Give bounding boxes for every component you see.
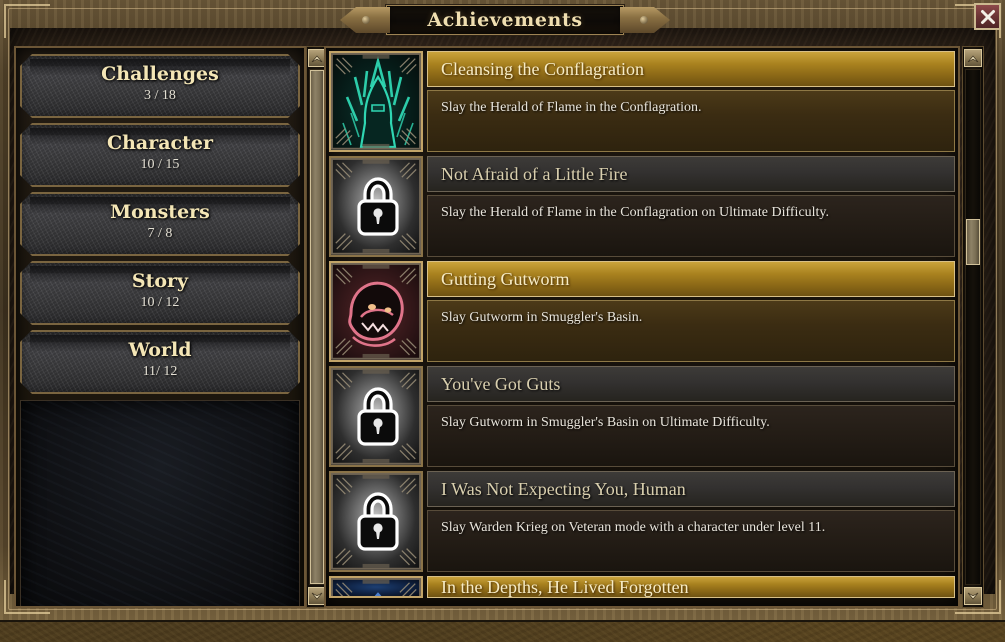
achievement-description: Slay the Herald of Flame in the Conflagr…: [427, 90, 955, 152]
achievement-icon: [329, 156, 423, 257]
sidebar-item-monsters[interactable]: Monsters 7 / 8: [20, 192, 300, 256]
category-name: Challenges: [101, 63, 219, 85]
chevron-down-icon: [967, 592, 979, 600]
achievement-title: In the Depths, He Lived Forgotten: [427, 576, 955, 598]
achievement-scroll-up-button[interactable]: [964, 49, 982, 67]
achievement-scroll-thumb[interactable]: [966, 219, 980, 266]
achievement-body: Gutting Gutworm Slay Gutworm in Smuggler'…: [427, 261, 955, 362]
achievement-icon: [329, 471, 423, 572]
category-name: Story: [131, 270, 189, 292]
achievement-body: You've Got Guts Slay Gutworm in Smuggler'…: [427, 366, 955, 467]
category-name: Character: [106, 132, 213, 154]
achievement-body: Not Afraid of a Little Fire Slay the Hera…: [427, 156, 955, 257]
achievement-description: Slay Gutworm in Smuggler's Basin on Ulti…: [427, 405, 955, 467]
achievement-body: Cleansing the Conflagration Slay the Hera…: [427, 51, 955, 152]
padlock-icon: [357, 177, 399, 236]
page-title: Achievements: [427, 9, 583, 31]
category-count: 10 / 15: [140, 157, 180, 172]
achievement-panel: Cleansing the Conflagration Slay the Hera…: [324, 46, 960, 608]
sidebar-item-challenges[interactable]: Challenges 3 / 18: [20, 54, 300, 118]
achievements-window: Achievements Challenges 3 / 18 Character 10…: [0, 0, 1005, 622]
category-count: 11/ 12: [142, 364, 178, 379]
achievement-row[interactable]: Cleansing the Conflagration Slay the Hera…: [329, 51, 955, 152]
achievement-title: Gutting Gutworm: [427, 261, 955, 297]
category-list: Challenges 3 / 18 Character 10 / 15 Monsters…: [20, 54, 300, 394]
achievement-title: Not Afraid of a Little Fire: [427, 156, 955, 192]
category-count: 3 / 18: [144, 88, 176, 103]
achievement-description: Slay Warden Krieg on Veteran mode with a…: [427, 510, 955, 572]
category-scroll-thumb[interactable]: [310, 70, 324, 584]
achievement-title: You've Got Guts: [427, 366, 955, 402]
close-icon: [980, 9, 995, 24]
achievement-row[interactable]: Gutting Gutworm Slay Gutworm in Smuggler'…: [329, 261, 955, 362]
blue-depths-icon: [374, 592, 382, 596]
achievement-title: I Was Not Expecting You, Human: [427, 471, 955, 507]
category-name: Monsters: [110, 201, 210, 223]
red-gutworm-icon: [348, 281, 404, 347]
achievement-title: Cleansing the Conflagration: [427, 51, 955, 87]
padlock-icon: [357, 387, 399, 446]
achievement-icon: [329, 261, 423, 362]
achievement-body: I Was Not Expecting You, Human Slay Warde…: [427, 471, 955, 572]
title-ornament-right: [620, 7, 670, 33]
achievement-row[interactable]: You've Got Guts Slay Gutworm in Smuggler'…: [329, 366, 955, 467]
chevron-up-icon: [967, 54, 979, 62]
achievement-scroll-track[interactable]: [965, 69, 981, 585]
achievement-body: In the Depths, He Lived Forgotten: [427, 576, 955, 598]
chevron-up-icon: [311, 54, 323, 62]
category-scroll-track[interactable]: [309, 69, 325, 585]
title-plate: Achievements: [386, 5, 624, 35]
sidebar-item-story[interactable]: Story 10 / 12: [20, 261, 300, 325]
category-detail-empty-area: [20, 400, 300, 606]
close-button[interactable]: [974, 3, 1001, 30]
category-name: World: [128, 339, 192, 361]
achievement-icon: [329, 366, 423, 467]
achievement-row[interactable]: I Was Not Expecting You, Human Slay Warde…: [329, 471, 955, 572]
chevron-down-icon: [311, 592, 323, 600]
achievement-list: Cleansing the Conflagration Slay the Hera…: [329, 51, 955, 598]
achievement-icon: [329, 576, 423, 598]
achievement-description: Slay the Herald of Flame in the Conflagr…: [427, 195, 955, 257]
achievement-row[interactable]: Not Afraid of a Little Fire Slay the Hera…: [329, 156, 955, 257]
achievement-icon: [329, 51, 423, 152]
achievement-row[interactable]: In the Depths, He Lived Forgotten: [329, 576, 955, 598]
title-ornament-left: [340, 7, 390, 33]
achievement-scrollbar[interactable]: [962, 46, 984, 608]
category-count: 10 / 12: [140, 295, 180, 310]
achievement-scroll-down-button[interactable]: [964, 587, 982, 605]
category-count: 7 / 8: [147, 226, 173, 241]
title-bar: Achievements: [340, 4, 670, 36]
sidebar-item-character[interactable]: Character 10 / 15: [20, 123, 300, 187]
green-herald-of-flame-icon: [342, 55, 414, 149]
sidebar-item-world[interactable]: World 11/ 12: [20, 330, 300, 394]
category-panel: Challenges 3 / 18 Character 10 / 15 Monsters…: [14, 46, 306, 608]
padlock-icon: [357, 492, 399, 551]
achievement-description: Slay Gutworm in Smuggler's Basin.: [427, 300, 955, 362]
